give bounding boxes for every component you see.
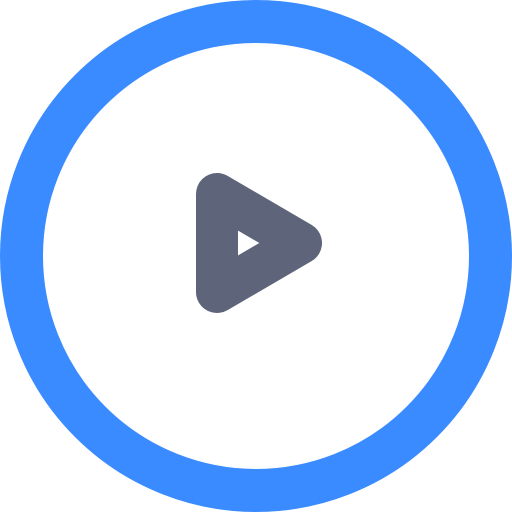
- play-circle-icon: [0, 0, 512, 512]
- play-button[interactable]: [0, 0, 512, 512]
- icon-canvas: [0, 0, 512, 512]
- play-triangle-icon: [196, 173, 322, 313]
